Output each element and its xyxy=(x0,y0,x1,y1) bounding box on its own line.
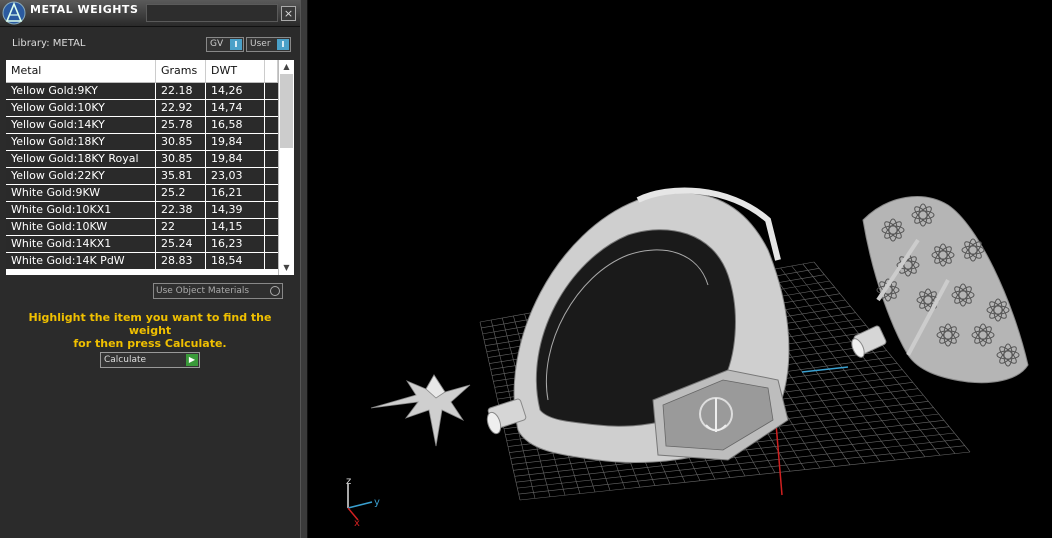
axis-triad: z y x xyxy=(346,476,380,529)
calculate-button[interactable]: Calculate ▶ xyxy=(100,352,200,368)
instruction-text: Highlight the item you want to find the … xyxy=(28,311,272,350)
close-icon: × xyxy=(283,7,294,20)
close-button[interactable]: × xyxy=(281,6,296,21)
dwt-cell: 14,39 xyxy=(206,202,265,218)
grams-cell: 30.85 xyxy=(156,151,206,167)
grams-cell: 30.85 xyxy=(156,134,206,150)
dwt-cell: 19,84 xyxy=(206,151,265,167)
table-row[interactable]: Yellow Gold:14KY 25.78 16,58 xyxy=(6,117,278,134)
play-arrow-icon: ▶ xyxy=(186,354,198,366)
extra-cell xyxy=(265,219,278,235)
column-header-dwt[interactable]: DWT xyxy=(206,60,265,82)
table-row[interactable]: White Gold:9KW 25.2 16,21 xyxy=(6,185,278,202)
dwt-cell: 14,26 xyxy=(206,83,265,99)
dwt-cell: 16,58 xyxy=(206,117,265,133)
extra-cell xyxy=(265,168,278,184)
metal-weights-panel: METAL WEIGHTS × Library: METAL GV I User I… xyxy=(0,0,301,538)
info-icon: I xyxy=(230,39,242,50)
grams-cell: 35.81 xyxy=(156,168,206,184)
table-row[interactable]: Yellow Gold:18KY 30.85 19,84 xyxy=(6,134,278,151)
extra-cell xyxy=(265,134,278,150)
scene-axis-y xyxy=(801,366,849,373)
table-body: Yellow Gold:9KY 22.18 14,26 Yellow Gold:10K… xyxy=(6,83,278,270)
table-row[interactable]: Yellow Gold:9KY 22.18 14,26 xyxy=(6,83,278,100)
column-header-metal[interactable]: Metal xyxy=(6,60,156,82)
title-spacer xyxy=(146,4,278,22)
gv-toggle[interactable]: GV I xyxy=(206,37,244,52)
use-object-materials-toggle[interactable]: Use Object Materials xyxy=(153,283,283,299)
metal-cell: Yellow Gold:14KY xyxy=(6,117,156,133)
ring-model xyxy=(486,187,790,463)
axis-label-x: x xyxy=(354,518,360,529)
dwt-cell: 16,21 xyxy=(206,185,265,201)
metal-table: Metal Grams DWT Yellow Gold:9KY 22.18 14,2… xyxy=(6,60,294,275)
table-row[interactable]: White Gold:10KW 22 14,15 xyxy=(6,219,278,236)
table-row[interactable]: White Gold:14KX1 25.24 16,23 xyxy=(6,236,278,253)
extra-cell xyxy=(265,253,278,269)
grams-cell: 25.78 xyxy=(156,117,206,133)
extra-cell xyxy=(265,151,278,167)
viewport-scene: z y x xyxy=(346,187,1029,529)
table-row[interactable]: Yellow Gold:18KY Royal 30.85 19,84 xyxy=(6,151,278,168)
grams-cell: 25.2 xyxy=(156,185,206,201)
extra-cell xyxy=(265,185,278,201)
axis-label-y: y xyxy=(374,497,380,508)
metal-cell: Yellow Gold:10KY xyxy=(6,100,156,116)
metal-cell: White Gold:14K PdW xyxy=(6,253,156,269)
grams-cell: 28.83 xyxy=(156,253,206,269)
dwt-cell: 14,74 xyxy=(206,100,265,116)
table-scrollbar[interactable]: ▲ ▼ xyxy=(278,60,294,275)
metal-cell: Yellow Gold:22KY xyxy=(6,168,156,184)
info-icon: I xyxy=(277,39,289,50)
table-row[interactable]: Yellow Gold:22KY 35.81 23,03 xyxy=(6,168,278,185)
radio-icon xyxy=(270,286,280,296)
grams-cell: 22 xyxy=(156,219,206,235)
title-bar: METAL WEIGHTS × xyxy=(0,0,300,27)
metal-cell: White Gold:9KW xyxy=(6,185,156,201)
grams-cell: 22.18 xyxy=(156,83,206,99)
extra-cell xyxy=(265,83,278,99)
app-logo-icon xyxy=(2,1,26,25)
scroll-down-icon[interactable]: ▼ xyxy=(279,261,294,275)
table-row[interactable]: White Gold:10KX1 22.38 14,39 xyxy=(6,202,278,219)
extra-cell xyxy=(265,100,278,116)
table-header: Metal Grams DWT xyxy=(6,60,278,83)
dwt-cell: 18,54 xyxy=(206,253,265,269)
extra-cell xyxy=(265,202,278,218)
column-header-extra xyxy=(265,60,278,82)
metal-cell: White Gold:10KW xyxy=(6,219,156,235)
star-model xyxy=(370,374,471,447)
grams-cell: 22.92 xyxy=(156,100,206,116)
panel-splitter[interactable] xyxy=(300,0,308,538)
column-header-grams[interactable]: Grams xyxy=(156,60,206,82)
library-label: Library: METAL xyxy=(12,38,86,49)
scroll-up-icon[interactable]: ▲ xyxy=(279,60,294,74)
extra-cell xyxy=(265,236,278,252)
extra-cell xyxy=(265,117,278,133)
panel-title: METAL WEIGHTS xyxy=(30,3,139,16)
metal-cell: White Gold:10KX1 xyxy=(6,202,156,218)
metal-cell: Yellow Gold:9KY xyxy=(6,83,156,99)
metal-cell: Yellow Gold:18KY Royal xyxy=(6,151,156,167)
3d-viewport[interactable]: z y x xyxy=(308,0,1052,538)
metal-cell: Yellow Gold:18KY xyxy=(6,134,156,150)
metal-cell: White Gold:14KX1 xyxy=(6,236,156,252)
grams-cell: 25.24 xyxy=(156,236,206,252)
dwt-cell: 14,15 xyxy=(206,219,265,235)
table-row[interactable]: Yellow Gold:10KY 22.92 14,74 xyxy=(6,100,278,117)
axis-label-z: z xyxy=(346,476,351,487)
user-toggle[interactable]: User I xyxy=(246,37,291,52)
dwt-cell: 16,23 xyxy=(206,236,265,252)
dwt-cell: 19,84 xyxy=(206,134,265,150)
scroll-thumb[interactable] xyxy=(280,74,293,148)
grams-cell: 22.38 xyxy=(156,202,206,218)
dwt-cell: 23,03 xyxy=(206,168,265,184)
table-row[interactable]: White Gold:14K PdW 28.83 18,54 xyxy=(6,253,278,270)
